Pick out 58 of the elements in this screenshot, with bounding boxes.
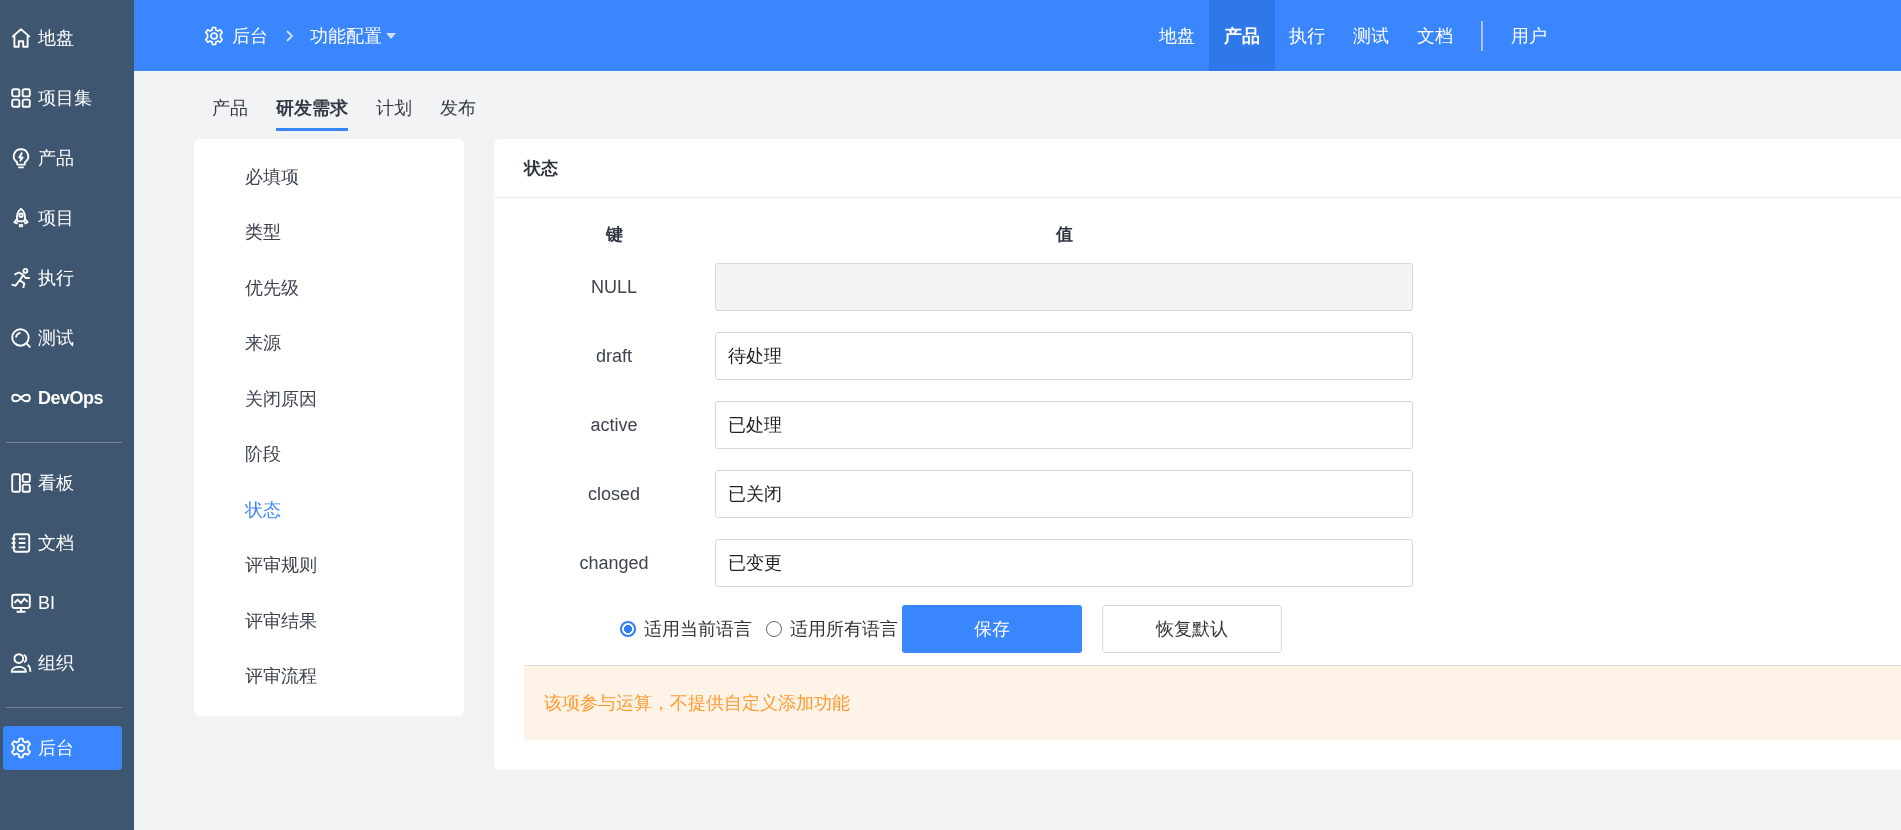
menu-item[interactable]: 评审流程 — [194, 648, 464, 704]
radio-label: 适用所有语言 — [790, 618, 898, 641]
sub-tab[interactable]: 研发需求 — [276, 85, 348, 131]
sidebar-item[interactable]: 产品 — [3, 136, 122, 180]
radio-option[interactable]: 适用当前语言 — [620, 617, 752, 641]
magnifier-icon — [10, 327, 32, 349]
chevron-right-icon — [284, 28, 294, 43]
sub-tab[interactable]: 计划 — [376, 85, 412, 131]
menu-item[interactable]: 来源 — [194, 315, 464, 371]
input-field[interactable]: 已关闭 — [715, 470, 1413, 518]
key-label: NULL — [590, 276, 638, 298]
menu-item[interactable]: 阶段 — [194, 426, 464, 482]
radio-option[interactable]: 适用所有语言 — [766, 617, 898, 641]
radio-label: 适用当前语言 — [644, 618, 752, 641]
caret-down-icon[interactable] — [386, 32, 396, 39]
sidebar-item[interactable]: 组织 — [3, 641, 122, 685]
bulb-icon — [10, 147, 32, 169]
sidebar-item[interactable]: BI — [3, 581, 122, 625]
document-icon — [10, 532, 32, 554]
notice-text: 该项参与运算，不提供自定义添加功能 — [544, 692, 850, 715]
sidebar-item[interactable]: 看板 — [3, 461, 122, 505]
grid-icon — [10, 87, 32, 109]
menu-item[interactable]: 优先级 — [194, 260, 464, 316]
panel-title: 状态 — [524, 157, 558, 180]
menu-item[interactable]: 状态 — [194, 482, 464, 538]
runner-icon — [10, 267, 32, 289]
key-label: draft — [595, 345, 633, 367]
sidebar-item[interactable]: 项目 — [3, 196, 122, 240]
menu-item[interactable]: 类型 — [194, 204, 464, 260]
monitor-icon — [10, 592, 32, 614]
column-header: 键 — [604, 224, 624, 246]
settings-icon — [10, 737, 32, 759]
house-icon — [10, 27, 32, 49]
rocket-icon — [10, 207, 32, 229]
sidebar-item[interactable]: 地盘 — [3, 16, 122, 60]
menu-item[interactable]: 评审规则 — [194, 537, 464, 593]
sidebar-item[interactable]: DevOps — [3, 376, 122, 420]
sidebar-item[interactable]: 文档 — [3, 521, 122, 565]
nav-tab[interactable]: 产品 — [1209, 0, 1275, 71]
key-label: closed — [587, 483, 641, 505]
input-field[interactable]: 已变更 — [715, 539, 1413, 587]
sub-tab[interactable]: 产品 — [212, 85, 248, 131]
reset-button[interactable]: 恢复默认 — [1102, 605, 1282, 653]
sidebar-item[interactable]: 测试 — [3, 316, 122, 360]
sub-tab[interactable]: 发布 — [440, 85, 476, 131]
column-header: 值 — [1054, 224, 1074, 246]
input-field[interactable]: 已处理 — [715, 401, 1413, 449]
sidebar-item[interactable]: 执行 — [3, 256, 122, 300]
sidebar-item[interactable]: 项目集 — [3, 76, 122, 120]
board-icon — [10, 472, 32, 494]
menu-item[interactable]: 评审结果 — [194, 593, 464, 649]
menu-item[interactable]: 关闭原因 — [194, 371, 464, 427]
settings-icon — [204, 25, 224, 46]
menu-item[interactable]: 必填项 — [194, 149, 464, 205]
key-label: changed — [578, 552, 650, 574]
key-label: active — [589, 414, 639, 436]
input-field[interactable]: 待处理 — [715, 332, 1413, 380]
people-icon — [10, 652, 32, 674]
